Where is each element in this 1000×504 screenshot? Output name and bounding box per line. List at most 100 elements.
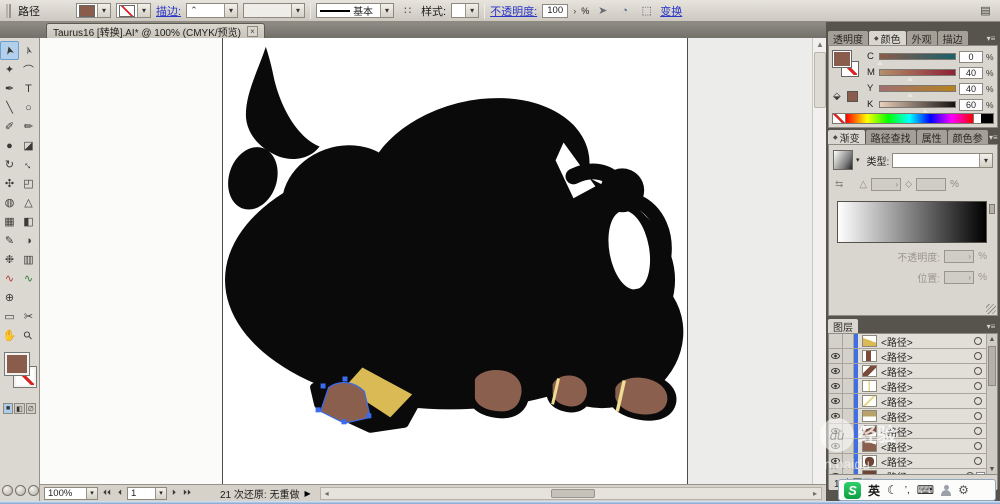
panel-tab-属性[interactable]: 属性 — [916, 130, 947, 144]
rotate-tool[interactable]: ↻ — [0, 155, 19, 174]
slider-caret[interactable] — [877, 61, 883, 65]
screen-mode-3[interactable] — [28, 485, 39, 496]
fill-color-dropdown[interactable]: ▾ — [76, 3, 111, 18]
panel-tab-layers[interactable]: 图层 — [828, 319, 858, 333]
wrinkle-tool[interactable]: ∿ — [19, 269, 38, 288]
white-swatch[interactable] — [973, 114, 981, 123]
target-circle[interactable] — [974, 382, 982, 390]
none-swatch[interactable] — [833, 114, 846, 123]
lock-toggle[interactable] — [843, 409, 854, 423]
column-graph-tool[interactable]: ▥ — [19, 250, 38, 269]
panel-tab-外观[interactable]: 外观 — [906, 31, 937, 45]
channel-value-input[interactable]: 60 — [959, 98, 983, 111]
visibility-toggle[interactable] — [829, 394, 843, 408]
visibility-toggle[interactable] — [829, 334, 843, 348]
line-segment-tool[interactable]: ╲ — [0, 98, 19, 117]
pattern-options-icon[interactable]: ⬚ — [638, 3, 655, 19]
fill-swatch[interactable] — [4, 352, 30, 376]
bull-artwork[interactable] — [223, 38, 687, 484]
status-expand-arrow[interactable]: ▶ — [302, 489, 312, 498]
panel-menu-icon[interactable]: ▾≡ — [984, 319, 998, 333]
target-circle[interactable] — [974, 427, 982, 435]
stroke-weight-combo[interactable]: ⌃ ▾ — [186, 3, 239, 18]
layer-row[interactable]: <路径> — [829, 424, 997, 439]
vertical-scrollbar[interactable]: ▲ — [812, 38, 826, 484]
pencil-tool[interactable]: ✏ — [19, 117, 38, 136]
channel-slider-track[interactable] — [879, 69, 956, 81]
stroke-color-dropdown[interactable]: ▾ — [116, 3, 151, 18]
target-circle[interactable] — [974, 367, 982, 375]
none-mode-button[interactable]: ∅ — [25, 403, 36, 414]
opacity-input[interactable]: 100 — [542, 3, 569, 18]
layer-row[interactable]: <路径> — [829, 439, 997, 454]
artboard[interactable] — [222, 38, 688, 484]
chevron-down-icon[interactable]: ▾ — [856, 156, 860, 164]
perspective-grid-tool[interactable]: △ — [19, 193, 38, 212]
layer-row[interactable]: <路径> — [829, 469, 997, 474]
channel-slider-track[interactable] — [879, 85, 956, 97]
opacity-preset-arrow[interactable]: › — [573, 6, 576, 16]
panel-tab-渐变[interactable]: ◆ 渐变 — [828, 130, 865, 144]
wrench-icon[interactable]: ⚙ — [958, 483, 969, 497]
panel-resize-grip[interactable] — [986, 304, 996, 314]
fill-stroke-indicator[interactable] — [0, 351, 40, 401]
scroll-up-icon[interactable]: ▲ — [987, 334, 997, 344]
gradient-slider-bar[interactable] — [837, 201, 995, 243]
lock-toggle[interactable] — [843, 454, 854, 468]
layer-row[interactable]: <路径> — [829, 394, 997, 409]
paintbrush-tool[interactable]: ✐ — [0, 117, 19, 136]
horizontal-scrollbar[interactable]: ◂ ▸ — [319, 486, 822, 500]
layer-row[interactable]: <路径> — [829, 379, 997, 394]
visibility-toggle[interactable] — [829, 469, 843, 474]
blend-tool[interactable]: ◑ — [19, 231, 38, 250]
panel-tab-颜色[interactable]: ◆ 颜色 — [869, 31, 906, 45]
panel-tab-透明度[interactable]: 透明度 — [828, 31, 868, 45]
width-profile-dropdown[interactable]: ▾ — [243, 3, 306, 18]
channel-slider-track[interactable] — [877, 53, 956, 65]
rainbow-spectrum[interactable] — [846, 114, 973, 123]
type-tool[interactable]: T — [19, 79, 38, 98]
lock-toggle[interactable] — [843, 349, 854, 363]
width-tool[interactable]: ✣ — [0, 174, 19, 193]
sogou-logo-icon[interactable]: S — [844, 481, 861, 499]
panel-tab-描边[interactable]: 描边 — [937, 31, 968, 45]
document-tab[interactable]: Taurus16 [转换].AI* @ 100% (CMYK/预览) × — [46, 23, 265, 39]
magic-wand-tool[interactable]: ✦ — [0, 60, 19, 79]
selection-tool[interactable]: ➤ — [0, 41, 19, 60]
perspective-selection-tool[interactable]: ⊕ — [0, 288, 19, 307]
warp-tool[interactable]: ∿ — [0, 269, 19, 288]
user-icon[interactable] — [941, 484, 952, 496]
punctuation-toggle[interactable]: ’, — [905, 485, 910, 496]
target-circle[interactable] — [974, 442, 982, 450]
artboard-tool[interactable]: ▭ — [0, 307, 19, 326]
black-swatch[interactable] — [981, 114, 993, 123]
free-transform-tool[interactable]: ◰ — [19, 174, 38, 193]
web-color-swatch[interactable] — [847, 91, 858, 102]
style-dropdown[interactable]: ▾ — [451, 3, 480, 18]
visibility-toggle[interactable] — [829, 439, 843, 453]
layer-row[interactable]: <路径> — [829, 349, 997, 364]
transform-link[interactable]: 变换 — [660, 3, 682, 19]
zoom-level-combo[interactable]: 100% ▾ — [44, 486, 98, 500]
zoom-tool[interactable]: ⚲ — [19, 326, 38, 345]
last-artboard-button[interactable]: ⏵⏵ — [181, 488, 193, 498]
slider-caret[interactable] — [907, 93, 913, 97]
color-spectrum-bar[interactable] — [832, 113, 994, 124]
target-circle[interactable] — [974, 412, 982, 420]
layer-row[interactable]: <路径> — [829, 334, 997, 349]
aspect-ratio-input[interactable] — [916, 178, 947, 191]
opacity-link[interactable]: 不透明度: — [490, 3, 537, 19]
visibility-toggle[interactable] — [829, 349, 843, 363]
scale-tool[interactable]: ↔ — [19, 155, 38, 174]
first-artboard-button[interactable]: ⏴⏴ — [101, 488, 113, 498]
channel-slider-track[interactable] — [879, 101, 956, 113]
next-artboard-button[interactable]: ⏵ — [170, 488, 178, 498]
scroll-right-icon[interactable]: ▸ — [809, 488, 821, 499]
layer-row[interactable]: <路径> — [829, 364, 997, 379]
screen-mode-2[interactable] — [15, 485, 26, 496]
select-similar-icon[interactable]: ➤ — [594, 3, 611, 19]
lasso-tool[interactable]: ⌒ — [19, 60, 38, 79]
channel-value-input[interactable]: 40 — [959, 66, 983, 79]
stroke-link[interactable]: 描边: — [156, 3, 181, 19]
target-circle[interactable] — [966, 472, 974, 474]
